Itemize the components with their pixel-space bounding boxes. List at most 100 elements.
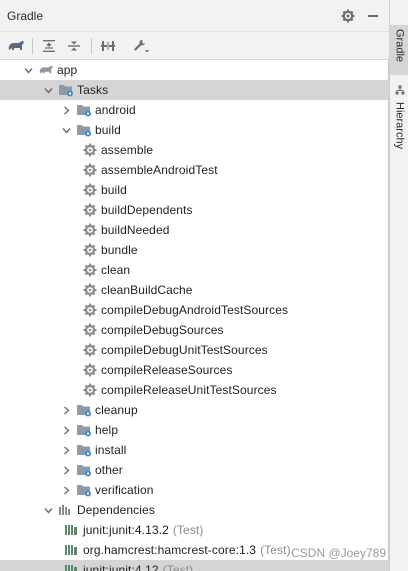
tree-task-item[interactable]: compileReleaseSources [0,360,389,380]
tree-node-group[interactable]: install [0,440,389,460]
tree-node-label: org.hamcrest:hamcrest-core:1.3 [83,543,257,557]
tree-task-item[interactable]: assemble [0,140,389,160]
tree-node-label: compileReleaseUnitTestSources [101,383,277,397]
library-icon [64,562,80,571]
tree-task-item[interactable]: compileReleaseUnitTestSources [0,380,389,400]
task-folder-icon [76,102,92,118]
library-icon [64,542,80,558]
wrench-icon[interactable] [130,35,152,57]
tree-node-label: assemble [101,143,154,157]
gear-icon [82,362,98,378]
task-folder-icon [76,462,92,478]
tree-node-dependencies[interactable]: Dependencies [0,500,389,520]
stripe-hierarchy-label: Hierarchy [393,102,406,150]
panel-title: Gradle [7,9,44,23]
tree-task-item[interactable]: assembleAndroidTest [0,160,389,180]
gradle-project-tree: app Tasks android build assemble assembleAndr… [0,60,389,571]
library-icon [64,522,80,538]
task-folder-icon [76,442,92,458]
toolbar-separator [91,38,92,54]
dependency-scope-label: (Test) [172,523,204,537]
dependency-scope-label: (Test) [260,543,291,557]
tree-node-label: clean [101,263,131,277]
tree-node-label: compileDebugAndroidTestSources [101,303,289,317]
chevron-right-icon[interactable] [60,420,72,440]
tree-node-label: install [95,443,127,457]
watermark: CSDN @Joey789 [291,546,386,560]
chevron-down-icon[interactable] [42,80,54,100]
tree-node-label: buildNeeded [101,223,170,237]
tree-node-group[interactable]: verification [0,480,389,500]
tree-node-tasks[interactable]: Tasks [0,80,389,100]
tree-node-app[interactable]: app [0,60,389,80]
hierarchy-icon [395,84,405,98]
tree-node-label: compileDebugSources [101,323,224,337]
gear-icon [82,182,98,198]
chevron-down-icon[interactable] [42,500,54,520]
tree-node-label: junit:junit:4.12 [83,563,159,571]
collapse-all-icon[interactable] [63,35,85,57]
gear-icon [82,202,98,218]
chevron-right-icon[interactable] [60,440,72,460]
chevron-right-icon[interactable] [60,480,72,500]
link-icon[interactable] [97,35,119,57]
tree-task-item[interactable]: compileDebugUnitTestSources [0,340,389,360]
chevron-right-icon[interactable] [60,460,72,480]
tree-node-label: other [95,463,123,477]
gradle-toolbar [0,32,389,60]
tree-task-item[interactable]: bundle [0,240,389,260]
tree-node-label: junit:junit:4.13.2 [83,523,169,537]
tree-task-item[interactable]: buildDependents [0,200,389,220]
dependency-scope-label: (Test) [162,563,194,571]
gradle-module-icon [38,62,54,78]
chevron-down-icon[interactable] [60,120,72,140]
expand-all-icon[interactable] [38,35,60,57]
tree-node-label: bundle [101,243,138,257]
tree-task-item[interactable]: clean [0,260,389,280]
settings-icon[interactable] [338,6,358,26]
tree-node-label: android [95,103,136,117]
gear-icon [82,302,98,318]
toolbar-separator [32,38,33,54]
stripe-gradle-label: Gradle [393,29,406,63]
gear-icon [82,142,98,158]
gear-icon [82,162,98,178]
chevron-down-icon[interactable] [22,60,34,80]
tree-task-item[interactable]: buildNeeded [0,220,389,240]
minimize-icon[interactable] [363,6,383,26]
tree-node-label: build [95,123,121,137]
tree-node-label: assembleAndroidTest [101,163,218,177]
tree-node-label: compileReleaseSources [101,363,233,377]
tree-node-label: cleanBuildCache [101,283,193,297]
tree-node-label: help [95,423,119,437]
tree-node-group[interactable]: other [0,460,389,480]
task-folder-icon [76,482,92,498]
tree-task-item[interactable]: cleanBuildCache [0,280,389,300]
gear-icon [82,382,98,398]
right-tool-stripe: Gradle Hierarchy [389,0,408,571]
stripe-tab-gradle[interactable]: Gradle [390,25,408,75]
tree-node-android[interactable]: android [0,100,389,120]
tree-task-item[interactable]: build [0,180,389,200]
tree-dependency-item[interactable]: junit:junit:4.12 (Test) [0,560,389,571]
tree-task-item[interactable]: compileDebugAndroidTestSources [0,300,389,320]
tree-node-label: app [57,63,78,77]
gear-icon [82,262,98,278]
tree-task-item[interactable]: compileDebugSources [0,320,389,340]
gradle-elephant-icon[interactable] [5,35,27,57]
chevron-right-icon[interactable] [60,400,72,420]
tree-node-group[interactable]: cleanup [0,400,389,420]
chevron-right-icon[interactable] [60,100,72,120]
tree-dependency-item[interactable]: junit:junit:4.13.2 (Test) [0,520,389,540]
tree-node-label: build [101,183,127,197]
gear-icon [82,222,98,238]
stripe-tab-hierarchy[interactable]: Hierarchy [390,80,408,152]
tree-node-build[interactable]: build [0,120,389,140]
tree-node-label: verification [95,483,154,497]
gear-icon [82,242,98,258]
tree-node-label: compileDebugUnitTestSources [101,343,268,357]
tree-node-group[interactable]: help [0,420,389,440]
title-bar: Gradle [0,0,389,32]
gear-icon [82,282,98,298]
tree-node-label: buildDependents [101,203,193,217]
